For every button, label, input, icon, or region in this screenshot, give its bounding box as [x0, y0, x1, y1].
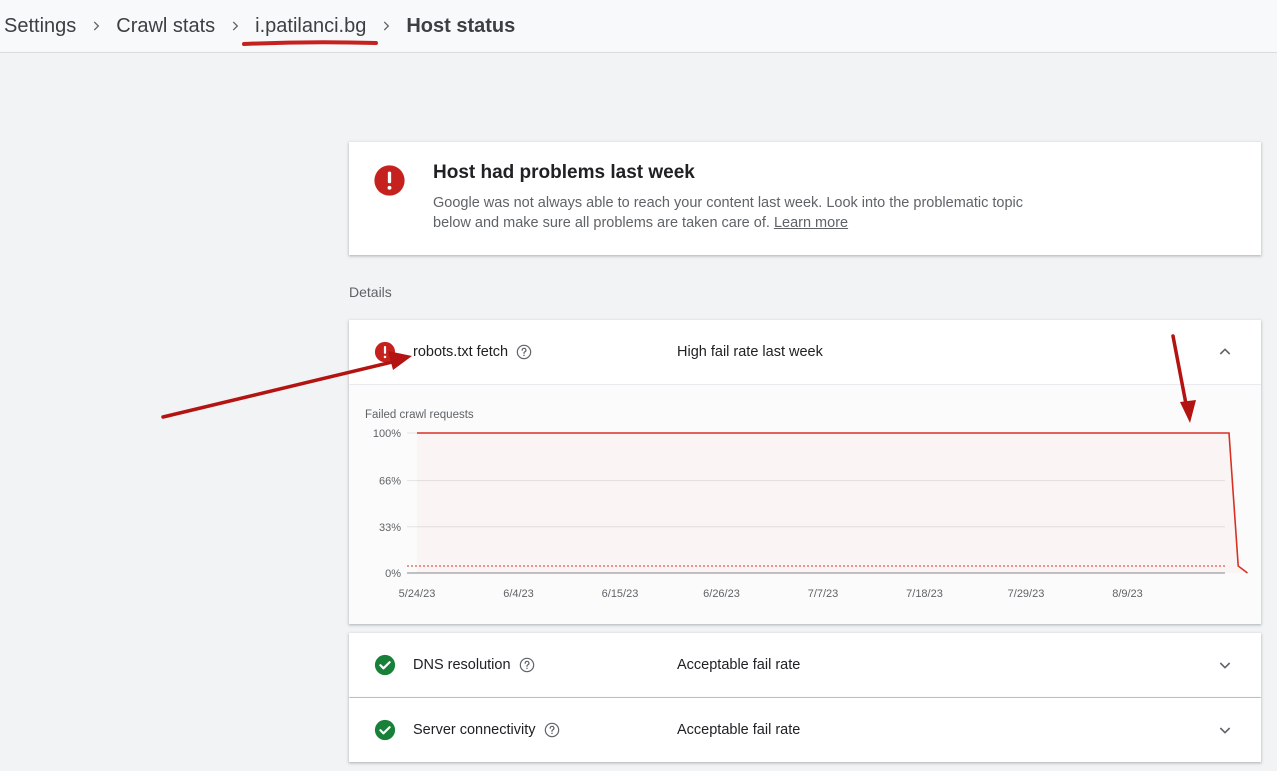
annotation-underline	[242, 40, 378, 46]
check-title: robots.txt fetch	[413, 344, 509, 360]
error-icon	[374, 165, 405, 196]
robots-fetch-row[interactable]: robots.txt fetch High fail rate last wee…	[349, 320, 1261, 384]
error-icon	[374, 341, 396, 363]
alert-title: Host had problems last week	[433, 162, 695, 183]
check-title: Server connectivity	[413, 722, 536, 738]
chart-canvas: 100% 66% 33% 0% 5/24/23 6/4/23 6/15/23 6/26/23 7…	[373, 428, 1248, 600]
help-icon[interactable]	[516, 344, 532, 360]
y-tick-label: 100%	[373, 428, 401, 440]
help-icon[interactable]	[544, 722, 560, 738]
check-circle-icon	[374, 654, 396, 676]
breadcrumb-crawl-stats[interactable]: Crawl stats	[116, 15, 215, 38]
chevron-down-icon[interactable]	[1217, 722, 1233, 738]
check-status: Acceptable fail rate	[677, 657, 801, 673]
breadcrumb: Settings Crawl stats i.patilanci.bg Host…	[0, 0, 1277, 53]
help-icon[interactable]	[519, 657, 535, 673]
dns-resolution-card: DNS resolution Acceptable fail rate	[349, 633, 1261, 697]
alert-body: Google was not always able to reach your…	[433, 193, 1033, 233]
server-connectivity-row[interactable]: Server connectivity Acceptable fail rate	[349, 698, 1261, 762]
series-area	[417, 433, 1247, 573]
x-tick-label: 5/24/23	[399, 588, 436, 600]
x-tick-label: 6/15/23	[602, 588, 639, 600]
x-tick-label: 7/18/23	[906, 588, 943, 600]
robots-fetch-card: robots.txt fetch High fail rate last wee…	[349, 320, 1261, 624]
chevron-right-icon	[76, 0, 116, 53]
x-tick-label: 6/26/23	[703, 588, 740, 600]
y-tick-label: 0%	[385, 568, 401, 580]
failed-crawl-chart: Failed crawl requests 100% 66% 33% 0% 5/24/2…	[349, 384, 1261, 624]
host-status-alert: Host had problems last week Google was n…	[349, 142, 1261, 255]
details-heading: Details	[349, 284, 392, 300]
check-status: High fail rate last week	[677, 344, 823, 360]
breadcrumb-settings[interactable]: Settings	[4, 15, 76, 38]
dns-resolution-row[interactable]: DNS resolution Acceptable fail rate	[349, 633, 1261, 697]
x-tick-label: 8/9/23	[1112, 588, 1143, 600]
learn-more-link[interactable]: Learn more	[774, 215, 848, 231]
page-title: Host status	[406, 14, 516, 37]
server-connectivity-card: Server connectivity Acceptable fail rate	[349, 698, 1261, 762]
check-status: Acceptable fail rate	[677, 722, 801, 738]
x-tick-label: 6/4/23	[503, 588, 534, 600]
chevron-up-icon[interactable]	[1217, 344, 1233, 360]
check-title: DNS resolution	[413, 657, 511, 673]
chevron-down-icon[interactable]	[1217, 657, 1233, 673]
breadcrumb-host[interactable]: i.patilanci.bg	[255, 15, 366, 38]
x-tick-label: 7/29/23	[1008, 588, 1045, 600]
y-tick-label: 66%	[379, 476, 401, 488]
y-tick-label: 33%	[379, 522, 401, 534]
x-tick-label: 7/7/23	[808, 588, 839, 600]
check-circle-icon	[374, 719, 396, 741]
alert-body-text: Google was not always able to reach your…	[433, 195, 1023, 231]
